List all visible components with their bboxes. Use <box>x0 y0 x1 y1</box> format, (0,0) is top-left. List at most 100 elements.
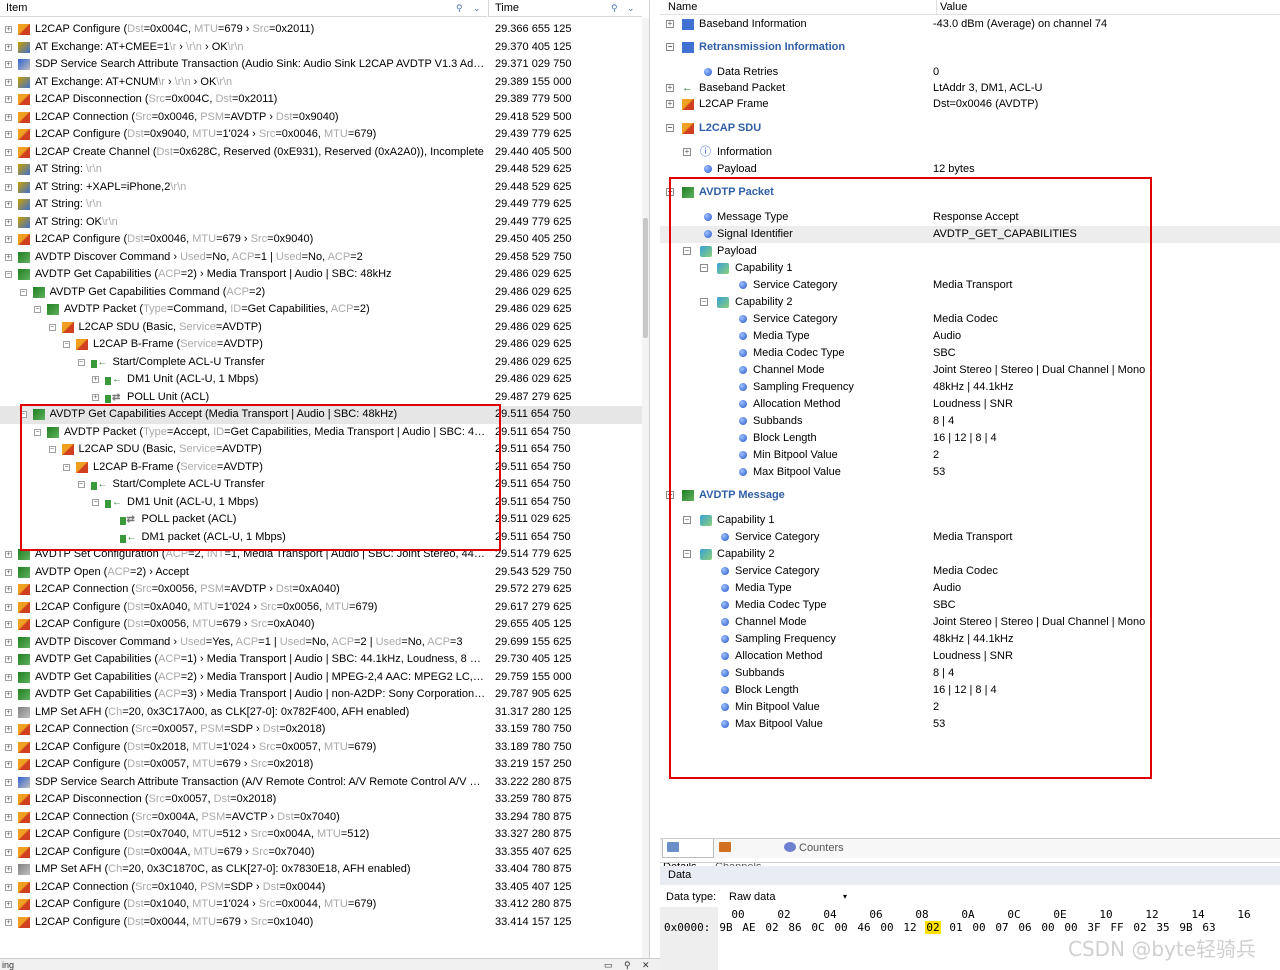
packet-row[interactable]: + L2CAP Configure (Dst=0x004A, MTU=679 › … <box>0 844 642 862</box>
packet-row[interactable]: + AT String: OK\r\n 29.449 779 625 <box>0 214 642 232</box>
packet-row[interactable]: + LMP Set AFH (Ch=20, 0x3C1870C, as CLK[2… <box>0 861 642 879</box>
detail-row[interactable]: Media Type Audio <box>660 328 1280 345</box>
collapse-icon[interactable]: − <box>683 247 691 255</box>
packet-row[interactable]: + AT String: \r\n 29.448 529 625 <box>0 161 642 179</box>
expand-icon[interactable]: + <box>5 883 12 891</box>
expand-icon[interactable]: + <box>5 148 12 156</box>
detail-row[interactable]: − Payload <box>660 243 1280 260</box>
hex-byte[interactable]: 07 <box>994 921 1010 934</box>
collapse-icon[interactable]: − <box>19 411 27 418</box>
expand-icon[interactable]: + <box>666 100 674 108</box>
packet-row[interactable]: + L2CAP Configure (Dst=0x0056, MTU=679 › … <box>0 616 642 634</box>
packet-row[interactable]: − AVDTP Packet (Type=Command, ID=Get Capa… <box>0 301 642 319</box>
detail-row[interactable]: Subbands 8 | 4 <box>660 665 1280 682</box>
packet-row[interactable]: + L2CAP Configure (Dst=0x1040, MTU=1'024 … <box>0 896 642 914</box>
expand-icon[interactable]: + <box>5 166 12 173</box>
detail-row[interactable]: Sampling Frequency 48kHz | 44.1kHz <box>660 631 1280 648</box>
details-column-value[interactable]: Value <box>936 0 967 15</box>
packet-row[interactable]: ⇄ POLL packet (ACL) 29.511 029 625 <box>0 511 642 529</box>
detail-row[interactable]: Media Codec Type SBC <box>660 345 1280 362</box>
pin-icon[interactable]: ⚲ <box>456 0 463 17</box>
detail-row[interactable]: Allocation Method Loudness | SNR <box>660 396 1280 413</box>
packet-row[interactable]: + L2CAP Create Channel (Dst=0x628C, Reser… <box>0 144 642 162</box>
packet-row[interactable]: ← DM1 packet (ACL-U, 1 Mbps) 29.511 654 75… <box>0 529 642 547</box>
expand-icon[interactable]: + <box>5 796 12 803</box>
packet-row[interactable]: + L2CAP Configure (Dst=0x0046, MTU=679 › … <box>0 231 642 249</box>
expand-icon[interactable]: + <box>5 848 12 856</box>
packet-row[interactable]: + AVDTP Get Capabilities (ACP=3) › Media … <box>0 686 642 704</box>
packet-row[interactable]: + L2CAP Configure (Dst=0x0057, MTU=679 › … <box>0 756 642 774</box>
expand-icon[interactable]: + <box>5 96 12 103</box>
collapse-icon[interactable]: − <box>683 550 691 558</box>
detail-row[interactable]: − Capability 2 <box>660 546 1280 563</box>
detail-row[interactable]: Service Category Media Transport <box>660 277 1280 294</box>
scrollbar-thumb[interactable] <box>643 218 648 338</box>
expand-icon[interactable]: + <box>5 78 12 86</box>
packet-row[interactable]: + AVDTP Get Capabilities (ACP=2) › Media … <box>0 669 642 687</box>
hex-byte[interactable]: 02 <box>764 921 780 934</box>
packet-row[interactable]: + ⇄ POLL Unit (ACL) 29.487 279 625 <box>0 389 642 407</box>
collapse-icon[interactable]: − <box>34 428 41 436</box>
collapse-icon[interactable]: − <box>63 341 70 348</box>
packet-row[interactable]: + L2CAP Configure (Dst=0x0044, MTU=679 › … <box>0 914 642 932</box>
hex-byte[interactable]: 00 <box>879 921 895 934</box>
detail-row[interactable]: Min Bitpool Value 2 <box>660 447 1280 464</box>
expand-icon[interactable]: + <box>5 726 12 733</box>
detail-row[interactable]: Block Length 16 | 12 | 8 | 4 <box>660 430 1280 447</box>
collapse-icon[interactable]: − <box>700 298 708 306</box>
detail-row[interactable]: Payload 12 bytes <box>660 161 1280 178</box>
detail-row[interactable]: Max Bitpool Value 53 <box>660 464 1280 481</box>
detail-row[interactable]: Channel Mode Joint Stereo | Stereo | Dual… <box>660 362 1280 379</box>
packet-row[interactable]: + AT Exchange: AT+CNUM\r › \r\n › OK\r\n 2… <box>0 74 642 92</box>
tab-details[interactable]: Details <box>662 839 714 873</box>
packet-row[interactable]: + AVDTP Discover Command › Used=No, ACP=1… <box>0 249 642 267</box>
expand-icon[interactable]: + <box>5 236 12 243</box>
expand-icon[interactable]: + <box>5 638 12 646</box>
expand-icon[interactable]: + <box>5 621 12 628</box>
packet-row[interactable]: + AT Exchange: AT+CMEE=1\r › \r\n › OK\r\… <box>0 39 642 57</box>
detail-row[interactable]: Message Type Response Accept <box>660 209 1280 226</box>
collapse-icon[interactable]: − <box>700 264 708 272</box>
packet-row[interactable]: + AVDTP Discover Command › Used=Yes, ACP=… <box>0 634 642 652</box>
detail-row[interactable]: Block Length 16 | 12 | 8 | 4 <box>660 682 1280 699</box>
packet-row[interactable]: − L2CAP B-Frame (Service=AVDTP) 29.486 029… <box>0 336 642 354</box>
hex-byte[interactable]: 9B <box>718 921 734 934</box>
packet-row[interactable]: + L2CAP Configure (Dst=0x7040, MTU=512 › … <box>0 826 642 844</box>
packet-row[interactable]: + L2CAP Connection (Src=0x1040, PSM=SDP ›… <box>0 879 642 897</box>
expand-icon[interactable]: + <box>666 84 674 92</box>
packet-row[interactable]: + L2CAP Connection (Src=0x004A, PSM=AVCTP… <box>0 809 642 827</box>
packet-row[interactable]: − L2CAP B-Frame (Service=AVDTP) 29.511 654… <box>0 459 642 477</box>
packet-row[interactable]: + L2CAP Configure (Dst=0x9040, MTU=1'024 … <box>0 126 642 144</box>
expand-icon[interactable]: + <box>5 656 12 663</box>
expand-icon[interactable]: + <box>5 831 12 838</box>
column-header-item[interactable]: Item ⚲ ⌄ <box>0 0 487 17</box>
expand-icon[interactable]: + <box>5 201 12 208</box>
collapse-icon[interactable]: − <box>48 446 56 453</box>
details-column-name[interactable]: Name <box>668 0 697 14</box>
detail-row[interactable]: + ← Baseband Packet LtAddr 3, DM1, ACL-U <box>660 80 1280 97</box>
detail-row[interactable]: − Capability 1 <box>660 260 1280 277</box>
collapse-icon[interactable]: − <box>666 491 674 499</box>
packet-row[interactable]: − AVDTP Packet (Type=Accept, ID=Get Capab… <box>0 424 642 442</box>
packet-row[interactable]: + L2CAP Connection (Src=0x0046, PSM=AVDTP… <box>0 109 642 127</box>
chevron-down-icon[interactable]: ⌄ <box>627 0 635 17</box>
detail-row[interactable]: − Capability 2 <box>660 294 1280 311</box>
packet-row[interactable]: + AT String: +XAPL=iPhone,2\r\n 29.448 529… <box>0 179 642 197</box>
collapse-icon[interactable]: − <box>48 323 56 331</box>
expand-icon[interactable]: + <box>5 918 12 926</box>
detail-row[interactable]: Allocation Method Loudness | SNR <box>660 648 1280 665</box>
collapse-icon[interactable]: − <box>63 463 70 471</box>
collapse-icon[interactable]: − <box>19 288 27 296</box>
expand-icon[interactable]: + <box>5 673 12 681</box>
packet-row[interactable]: + L2CAP Disconnection (Src=0x0057, Dst=0x… <box>0 791 642 809</box>
expand-icon[interactable]: + <box>5 708 12 716</box>
detail-row[interactable]: Min Bitpool Value 2 <box>660 699 1280 716</box>
expand-icon[interactable]: + <box>5 253 12 261</box>
pin-icon[interactable]: ⚲ <box>611 0 618 17</box>
collapse-icon[interactable]: − <box>666 124 674 132</box>
packet-row[interactable]: + L2CAP Connection (Src=0x0057, PSM=SDP ›… <box>0 721 642 739</box>
packet-row[interactable]: + AVDTP Open (ACP=2) › Accept 29.543 529 7… <box>0 564 642 582</box>
collapse-icon[interactable]: − <box>77 358 85 366</box>
expand-icon[interactable]: + <box>5 26 12 33</box>
packet-row[interactable]: − ← DM1 Unit (ACL-U, 1 Mbps) 29.511 654 750 <box>0 494 642 512</box>
